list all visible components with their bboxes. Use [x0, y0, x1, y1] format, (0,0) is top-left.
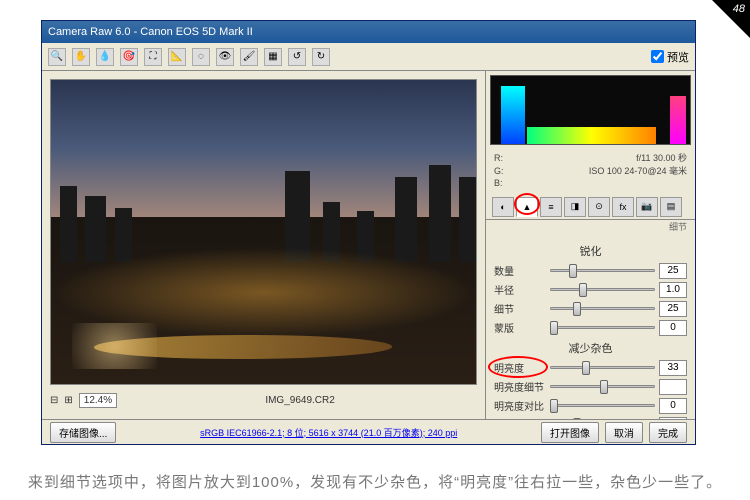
hand-tool-icon[interactable]: ✋: [72, 48, 90, 66]
spot-tool-icon[interactable]: ◌: [192, 48, 210, 66]
tab-fx[interactable]: fx: [612, 197, 634, 217]
tab-lens[interactable]: ⊙: [588, 197, 610, 217]
panel-tabs: ◐ ▲ ≡ ◨ ⊙ fx 📷 ▤: [486, 195, 695, 220]
crop-tool-icon[interactable]: ⛶: [144, 48, 162, 66]
preview-checkbox[interactable]: 预览: [651, 49, 689, 65]
detail-panel: 锐化 数量25 半径1.0 细节25 蒙版0 减少杂色 明亮度33 明亮度细节 …: [486, 235, 695, 419]
settings-pane: R:f/11 30.00 秒 G:ISO 100 24-70@24 毫米 B: …: [485, 71, 695, 419]
preview-check-input[interactable]: [651, 50, 664, 63]
main-area: ⊟ ⊞ 12.4% IMG_9649.CR2 R:f/11 30.00 秒 G:…: [42, 71, 695, 419]
tabs-name: 细节: [486, 220, 695, 235]
straighten-tool-icon[interactable]: 📐: [168, 48, 186, 66]
lum-detail-slider[interactable]: [550, 380, 655, 394]
wb-tool-icon[interactable]: 💧: [96, 48, 114, 66]
nr-title: 减少杂色: [494, 340, 687, 356]
tab-basic[interactable]: ◐: [492, 197, 514, 217]
tab-hsl[interactable]: ≡: [540, 197, 562, 217]
filename: IMG_9649.CR2: [265, 395, 334, 406]
brush-tool-icon[interactable]: 🖌: [240, 48, 258, 66]
cancel-button[interactable]: 取消: [605, 422, 643, 443]
tab-split[interactable]: ◨: [564, 197, 586, 217]
sharpen-title: 锐化: [494, 243, 687, 259]
detail-slider[interactable]: [550, 302, 655, 316]
preview-pane: ⊟ ⊞ 12.4% IMG_9649.CR2: [42, 71, 485, 419]
zoom-tool-icon[interactable]: 🔍: [48, 48, 66, 66]
histogram: [490, 75, 691, 145]
redeye-tool-icon[interactable]: 👁: [216, 48, 234, 66]
amount-slider[interactable]: [550, 264, 655, 278]
done-button[interactable]: 完成: [649, 422, 687, 443]
zoom-in-icon[interactable]: ⊞: [64, 395, 72, 406]
gradient-tool-icon[interactable]: ▦: [264, 48, 282, 66]
bottom-bar: 存储图像... sRGB IEC61966-2.1; 8 位; 5616 x 3…: [42, 419, 695, 444]
rotate-ccw-icon[interactable]: ↺: [288, 48, 306, 66]
workflow-link[interactable]: sRGB IEC61966-2.1; 8 位; 5616 x 3744 (21.…: [200, 426, 457, 439]
camera-raw-window: Camera Raw 6.0 - Canon EOS 5D Mark II 🔍 …: [41, 20, 696, 445]
radius-slider[interactable]: [550, 283, 655, 297]
luminance-slider[interactable]: [550, 361, 655, 375]
save-button[interactable]: 存储图像...: [50, 422, 116, 443]
zoom-level[interactable]: 12.4%: [79, 393, 117, 408]
open-button[interactable]: 打开图像: [541, 422, 599, 443]
zoom-bar: ⊟ ⊞ 12.4% IMG_9649.CR2: [50, 389, 477, 411]
tab-preset[interactable]: ▤: [660, 197, 682, 217]
mask-slider[interactable]: [550, 321, 655, 335]
rotate-cw-icon[interactable]: ↻: [312, 48, 330, 66]
lum-contrast-slider[interactable]: [550, 399, 655, 413]
caption-text: 来到细节选项中，将图片放大到100%，发现有不少杂色，将“明亮度”往右拉一些，杂…: [0, 471, 750, 492]
page-corner: 48: [712, 0, 750, 38]
title-bar: Camera Raw 6.0 - Canon EOS 5D Mark II: [42, 21, 695, 43]
zoom-out-icon[interactable]: ⊟: [50, 395, 58, 406]
color-sampler-icon[interactable]: 🎯: [120, 48, 138, 66]
tab-cal[interactable]: 📷: [636, 197, 658, 217]
window-title: Camera Raw 6.0 - Canon EOS 5D Mark II: [48, 26, 253, 38]
photo-preview[interactable]: [50, 79, 477, 385]
tab-detail[interactable]: ▲: [516, 197, 538, 217]
exif-info: R:f/11 30.00 秒 G:ISO 100 24-70@24 毫米 B:: [486, 149, 695, 193]
toolbar: 🔍 ✋ 💧 🎯 ⛶ 📐 ◌ 👁 🖌 ▦ ↺ ↻ 预览: [42, 43, 695, 71]
